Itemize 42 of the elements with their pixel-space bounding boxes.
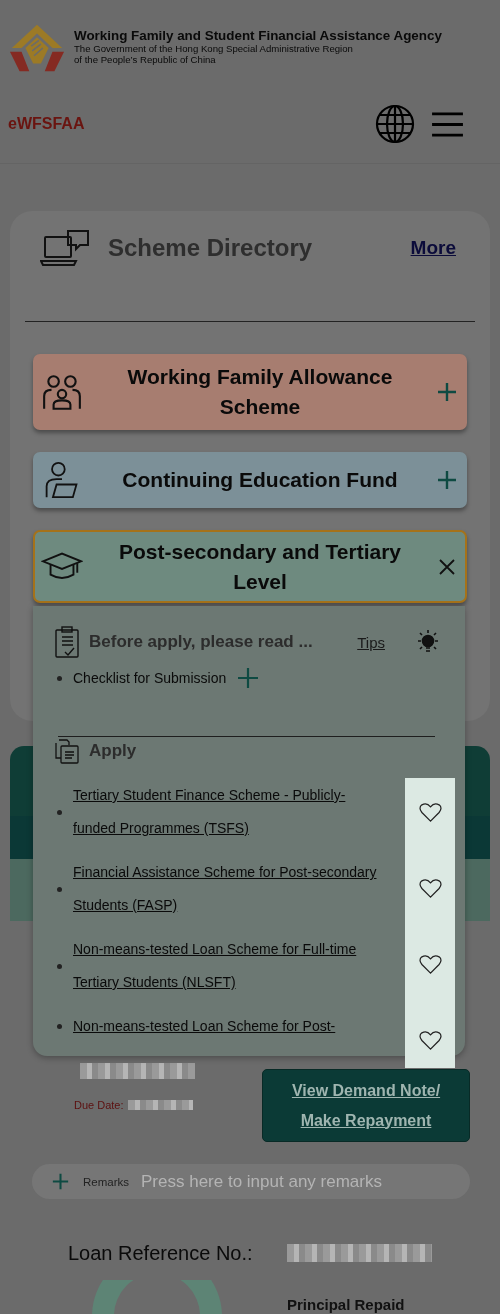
scheme-link[interactable]: Non-means-tested Loan Scheme for Post- — [73, 1010, 385, 1043]
apply-title: Apply — [89, 741, 138, 761]
scheme-link[interactable]: Non-means-tested Loan Scheme for Full-time Tertiary Students (NLSFT) — [73, 933, 385, 999]
plus-icon[interactable] — [52, 1173, 69, 1190]
plus-icon[interactable] — [437, 470, 457, 490]
principal-repaid-label: Principal Repaid — [287, 1296, 405, 1313]
scheme-link[interactable]: Financial Assistance Scheme for Post-secondary Students (FASP) — [73, 856, 385, 922]
menu-icon[interactable] — [431, 110, 464, 138]
heart-icon[interactable] — [418, 1030, 442, 1051]
more-link[interactable]: More — [410, 237, 456, 259]
heart-icon[interactable] — [418, 802, 442, 823]
agency-name: Working Family and Student Financial Assistance Agency — [74, 28, 442, 43]
agency-logo — [8, 22, 66, 74]
heart-icon[interactable] — [418, 878, 442, 899]
scheme-accordion[interactable]: Post-secondary and Tertiary Level — [33, 530, 467, 603]
documents-icon — [55, 737, 79, 765]
remarks-input[interactable]: Press here to input any remarks — [139, 1170, 470, 1193]
globe-icon[interactable] — [375, 104, 415, 144]
loan-reference-label: Loan Reference No.: — [68, 1241, 253, 1265]
tips-link[interactable]: Tips — [357, 633, 385, 651]
scheme-accordion[interactable]: Continuing Education Fund — [33, 452, 467, 508]
scheme-link[interactable]: Tertiary Student Finance Scheme - Publicly-funded Programmes (TSFS) — [73, 779, 385, 845]
people-icon — [41, 373, 83, 411]
plus-icon[interactable] — [437, 382, 457, 402]
lightbulb-icon[interactable] — [415, 629, 441, 655]
agency-subtitle: of the People’s Republic of China — [74, 54, 217, 65]
section-title: Scheme Directory — [108, 234, 314, 262]
remarks-field[interactable]: Remarks Press here to input any remarks — [32, 1164, 470, 1199]
plus-icon[interactable] — [238, 668, 259, 688]
checklist-item[interactable]: Checklist for Submission — [73, 670, 227, 686]
site-brand[interactable]: eWFSFAA — [8, 115, 375, 133]
due-date-label: Due Date: — [74, 1099, 124, 1111]
clipboard-icon — [55, 626, 79, 658]
laptop-chat-icon — [40, 229, 90, 267]
scheme-accordion[interactable]: Working Family Allowance Scheme — [33, 354, 467, 430]
heart-icon[interactable] — [418, 954, 442, 975]
view-demand-note-button[interactable]: View Demand Note/ Make Repayment — [262, 1069, 470, 1142]
remarks-label: Remarks — [83, 1175, 129, 1188]
close-icon[interactable] — [437, 556, 457, 577]
agency-subtitle: The Government of the Hong Kong Special Administrative Region — [74, 43, 354, 54]
blurred-value — [127, 1100, 193, 1110]
notice-title: Before apply, please read ... — [89, 632, 314, 652]
